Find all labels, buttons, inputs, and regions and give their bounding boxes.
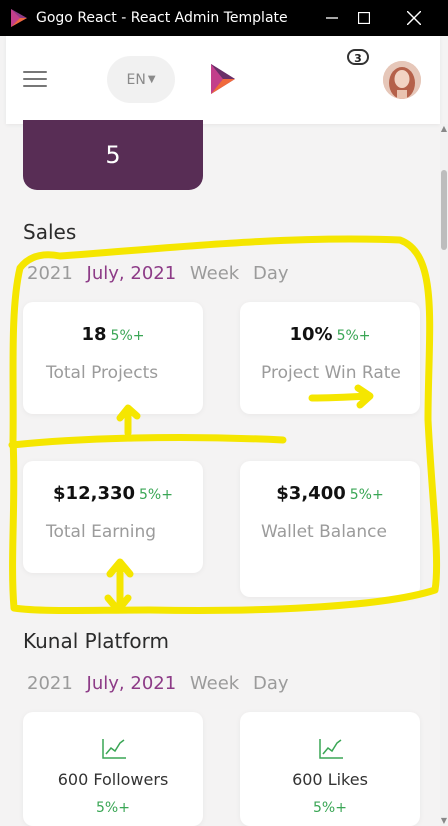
stat-value: 18 (81, 324, 107, 345)
stat-line: 10% 5%+ (240, 324, 420, 345)
app-logo-icon (11, 9, 27, 27)
stat-value: $12,330 (53, 483, 136, 504)
stat-card-total-projects: 18 5%+ Total Projects (23, 302, 203, 414)
tab-week[interactable]: Week (190, 673, 239, 694)
platform-title: Kunal Platform (23, 629, 169, 653)
platform-card-likes: 600 Likes 5%+ (240, 712, 420, 826)
tab-day[interactable]: Day (253, 673, 289, 694)
language-label: EN (126, 71, 146, 88)
summary-value: 5 (105, 141, 121, 169)
brand-logo-icon[interactable] (209, 62, 237, 96)
app-header: EN ▼ 3 (6, 36, 440, 124)
platform-change: 5%+ (313, 800, 347, 816)
chart-line-icon (102, 739, 126, 759)
menu-toggle-button[interactable] (23, 71, 47, 89)
maximize-button[interactable] (342, 0, 386, 36)
menu-bar (23, 85, 47, 87)
window-title: Gogo React - React Admin Template (36, 10, 288, 26)
menu-bar (23, 78, 47, 80)
stat-line: $12,330 5%+ (23, 483, 203, 504)
stat-label: Total Earning (46, 522, 157, 542)
stat-line: 18 5%+ (23, 324, 203, 345)
minimize-icon (326, 17, 338, 19)
scroll-up-icon[interactable]: ▲ (440, 124, 448, 134)
avatar-image (383, 61, 421, 99)
language-selector[interactable]: EN ▼ (107, 56, 175, 103)
sales-title: Sales (23, 220, 77, 244)
user-avatar[interactable] (383, 61, 421, 99)
scroll-down-icon[interactable]: ▼ (440, 816, 448, 826)
platform-period-tabs: 2021 July, 2021 Week Day (27, 673, 297, 694)
stat-card-project-win-rate: 10% 5%+ Project Win Rate (240, 302, 420, 414)
annotation-divider (8, 434, 287, 449)
tab-year[interactable]: 2021 (27, 263, 73, 284)
stat-line: $3,400 5%+ (240, 483, 420, 504)
platform-label: 600 Followers (57, 770, 169, 789)
menu-bar (23, 71, 47, 73)
tab-month[interactable]: July, 2021 (87, 263, 177, 284)
caret-down-icon: ▼ (147, 74, 156, 85)
stat-change: 5%+ (139, 487, 173, 503)
stat-label: Project Win Rate (261, 363, 401, 383)
tab-year[interactable]: 2021 (27, 673, 73, 694)
stat-label: Total Projects (46, 363, 159, 383)
tab-day[interactable]: Day (253, 263, 289, 284)
summary-card: 5 (23, 120, 203, 190)
scrollbar-thumb[interactable] (441, 170, 447, 250)
page-scrollbar[interactable]: ▲ ▼ (440, 124, 448, 826)
stat-card-wallet-balance: $3,400 5%+ Wallet Balance (240, 461, 420, 597)
close-button[interactable] (392, 0, 436, 36)
stat-value: 10% (289, 324, 333, 345)
chart-line-icon (319, 739, 343, 759)
tab-month[interactable]: July, 2021 (87, 673, 177, 694)
stat-value: $3,400 (276, 483, 346, 504)
stat-change: 5%+ (349, 487, 384, 503)
stat-label: Wallet Balance (261, 522, 387, 542)
tab-week[interactable]: Week (190, 263, 239, 284)
stat-change: 5%+ (110, 328, 145, 344)
sales-period-tabs: 2021 July, 2021 Week Day (27, 263, 297, 284)
platform-card-followers: 600 Followers 5%+ (23, 712, 203, 826)
maximize-icon (358, 12, 370, 24)
stat-change: 5%+ (336, 328, 371, 344)
platform-label: 600 Likes (292, 770, 368, 789)
platform-change: 5%+ (96, 800, 130, 816)
close-icon (407, 11, 421, 25)
notification-badge[interactable]: 3 (347, 49, 369, 65)
stat-card-total-earning: $12,330 5%+ Total Earning (23, 461, 203, 573)
